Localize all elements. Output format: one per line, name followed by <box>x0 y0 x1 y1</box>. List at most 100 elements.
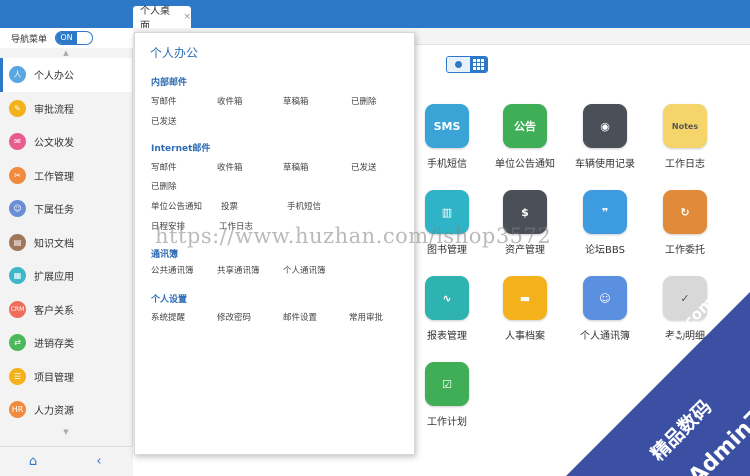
sidebar-item[interactable]: ✂ 工作管理 <box>0 159 132 193</box>
chevron-left-icon[interactable]: ‹ <box>66 454 132 469</box>
delegate-icon: ↻ <box>663 190 707 234</box>
crm-icon: CRM <box>9 300 26 318</box>
app-label: 手机短信 <box>427 159 467 170</box>
app-label: 工作日志 <box>665 159 705 170</box>
sidebar-item-label: 审批流程 <box>34 104 74 116</box>
menu-section-title: 个人设置 <box>151 295 188 305</box>
app-tile[interactable]: ☑ 工作计划 <box>409 362 485 428</box>
home-icon[interactable]: ⌂ <box>0 454 66 469</box>
nav-menu-toggle-row: 导航菜单 ON <box>0 28 133 48</box>
menu-link[interactable]: 常用审批 <box>349 311 383 323</box>
menu-link[interactable]: 修改密码 <box>217 311 251 323</box>
sidebar-item[interactable]: HR 人力资源 <box>0 393 132 427</box>
speedometer-icon: ◉ <box>583 104 627 148</box>
sidebar-item-label: 项目管理 <box>34 372 74 384</box>
app-tile[interactable]: ◉ 车辆使用记录 <box>567 104 643 170</box>
notes-icon: Notes <box>663 104 707 148</box>
tools-icon: ✂ <box>9 166 26 184</box>
app-label: 工作计划 <box>427 417 467 428</box>
menu-section-title: 内部邮件 <box>151 78 188 88</box>
edit-icon: ✎ <box>9 99 26 117</box>
folder-icon: ▬ <box>503 276 547 320</box>
chart-icon: ∿ <box>425 276 469 320</box>
view-mode-toggle[interactable] <box>446 56 488 73</box>
app-label: 工作委托 <box>665 245 705 256</box>
sidebar-item[interactable]: 人个人办公 <box>0 58 132 92</box>
sidebar-item[interactable]: ✎ 审批流程 <box>0 92 132 126</box>
grid-view-icon[interactable] <box>469 57 487 72</box>
menu-link[interactable]: 投票 <box>221 200 238 212</box>
app-tile[interactable]: ❞ 论坛BBS <box>567 190 643 256</box>
list-view-icon[interactable] <box>447 57 470 72</box>
menu-section-title: Internet邮件 <box>151 144 211 154</box>
menu-link[interactable]: 公共通讯簿 <box>151 264 194 276</box>
app-tile[interactable]: ▬ 人事档案 <box>487 276 563 342</box>
app-tile[interactable]: SMS 手机短信 <box>409 104 485 170</box>
person-icon: 人 <box>9 66 26 84</box>
app-label: 单位公告通知 <box>495 159 555 170</box>
sidebar-item-label: 进销存类 <box>34 339 74 351</box>
book-icon: ▤ <box>9 233 26 251</box>
scroll-down-icon[interactable]: ▼ <box>0 427 132 437</box>
sidebar-item[interactable]: ☰ 项目管理 <box>0 360 132 394</box>
sidebar-item[interactable]: ⇄ 进销存类 <box>0 326 132 360</box>
sidebar-item-label: 个人办公 <box>34 71 74 83</box>
menu-link[interactable]: 系统提醒 <box>151 311 185 323</box>
app-tile[interactable]: Notes 工作日志 <box>647 104 723 170</box>
menu-link[interactable]: 共享通讯簿 <box>217 264 260 276</box>
top-bar <box>0 0 750 28</box>
popup-title: 个人办公 <box>150 46 199 60</box>
notice-icon: 公告 <box>503 104 547 148</box>
app-tile[interactable]: 公告 单位公告通知 <box>487 104 563 170</box>
sidebar-item[interactable]: CRM 客户关系 <box>0 293 132 327</box>
menu-link[interactable]: 个人通讯簿 <box>283 264 326 276</box>
cart-icon: ⇄ <box>9 334 26 352</box>
scroll-up-icon[interactable]: ▲ <box>0 48 132 58</box>
sidebar-item-label: 客户关系 <box>34 305 74 317</box>
corner-ribbon: admin7.taobao.com 精品数码 Admin7 <box>566 292 750 476</box>
team-icon: ☺ <box>9 200 26 218</box>
sidebar-item-label: 下属任务 <box>34 205 74 217</box>
app-tile[interactable]: ↻ 工作委托 <box>647 190 723 256</box>
checklist-icon: ☑ <box>425 362 469 406</box>
app-label: 论坛BBS <box>585 245 625 256</box>
app-label: 报表管理 <box>427 331 467 342</box>
app-tile[interactable]: ∿ 报表管理 <box>409 276 485 342</box>
sidebar-footer: ⌂ ‹ <box>0 446 133 476</box>
menu-link[interactable]: 邮件设置 <box>283 311 317 323</box>
nav-menu-switch[interactable]: ON <box>55 31 94 45</box>
menu-link[interactable]: 手机短信 <box>287 200 321 212</box>
menu-link[interactable]: 已发送 <box>351 161 377 173</box>
menu-link[interactable]: 已发送 <box>151 115 177 127</box>
sidebar-item-label: 工作管理 <box>34 171 74 183</box>
sidebar-item-label: 人力资源 <box>34 406 74 418</box>
close-icon[interactable]: × <box>183 12 191 22</box>
menu-link[interactable]: 收件箱 <box>217 95 243 107</box>
sidebar-item[interactable]: ▤ 知识文档 <box>0 226 132 260</box>
menu-link[interactable]: 已删除 <box>151 180 177 192</box>
watermark: https://www.huzhan.com/ishop3572 <box>155 224 552 248</box>
tab-personal-desktop[interactable]: 个人桌面 × <box>133 6 191 32</box>
sidebar-item[interactable]: ▦ 扩展应用 <box>0 259 132 293</box>
menu-link[interactable]: 已删除 <box>351 95 377 107</box>
mail-icon: ✉ <box>9 133 26 151</box>
menu-link[interactable]: 收件箱 <box>217 161 243 173</box>
app-label: 人事档案 <box>505 331 545 342</box>
sidebar-item-label: 公文收发 <box>34 138 74 150</box>
menu-section-title: 通讯簿 <box>151 250 179 260</box>
apps-icon: ▦ <box>9 267 26 285</box>
project-icon: ☰ <box>9 367 26 385</box>
sidebar: ▲ 人个人办公 ✎ 审批流程 ✉ 公文收发 ✂ 工作管理 ☺ 下属任务 ▤ 知识文档 ▦ 扩展应用 CRM… <box>0 48 133 476</box>
sidebar-item[interactable]: ✉ 公文收发 <box>0 125 132 159</box>
menu-link[interactable]: 写邮件 <box>151 161 177 173</box>
menu-link[interactable]: 单位公告通知 <box>151 200 202 212</box>
sidebar-item-label: 扩展应用 <box>34 272 74 284</box>
menu-link[interactable]: 写邮件 <box>151 95 177 107</box>
sidebar-item[interactable]: ☺ 下属任务 <box>0 192 132 226</box>
switch-state: ON <box>56 32 78 44</box>
menu-link[interactable]: 草稿箱 <box>283 161 309 173</box>
quote-icon: ❞ <box>583 190 627 234</box>
sms-icon: SMS <box>425 104 469 148</box>
nav-menu-label: 导航菜单 <box>11 34 48 45</box>
menu-link[interactable]: 草稿箱 <box>283 95 309 107</box>
